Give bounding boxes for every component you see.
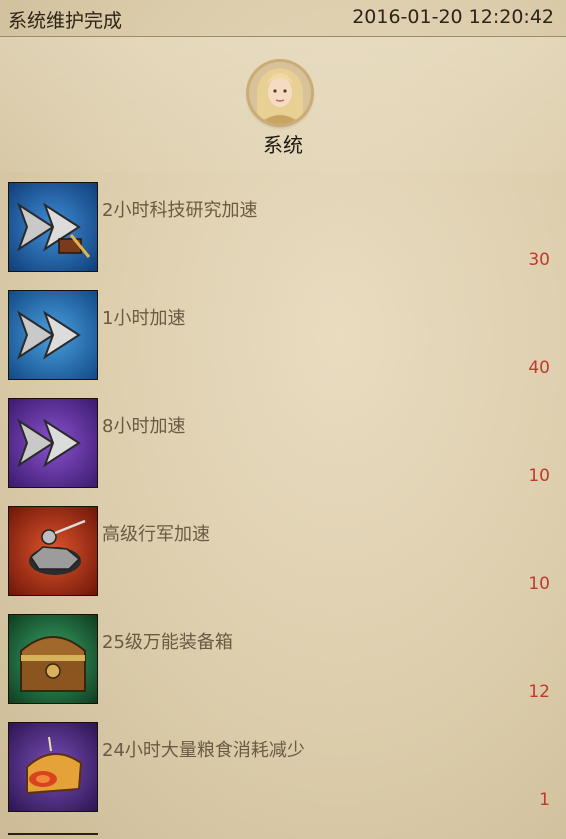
reward-item[interactable]: 2小时科技研究加速 30 (0, 172, 566, 280)
speedup-icon (8, 398, 98, 488)
reward-count: 1 (539, 790, 550, 810)
speedup-icon (8, 290, 98, 380)
sender-panel: 系统 (0, 37, 566, 172)
speedup-research-icon (8, 182, 98, 272)
divider (8, 833, 98, 835)
reward-label: 25级万能装备箱 (102, 632, 233, 653)
sender-name: 系统 (263, 133, 303, 157)
reward-item[interactable]: 8小时加速 10 (0, 388, 566, 496)
elf-portrait-icon[interactable] (249, 62, 311, 124)
reward-count: 10 (528, 466, 550, 486)
reward-count: 10 (528, 574, 550, 594)
food-bread-icon (8, 722, 98, 812)
reward-label: 1小时加速 (102, 308, 186, 329)
reward-item[interactable]: 25级万能装备箱 12 (0, 604, 566, 712)
reward-count: 12 (528, 682, 550, 702)
reward-list: 2小时科技研究加速 30 1小时加速 40 8小时加速 10 高级行军加速 10… (0, 172, 566, 820)
march-speedup-icon (8, 506, 98, 596)
reward-item[interactable]: 24小时大量粮食消耗减少 1 (0, 712, 566, 820)
treasure-chest-icon (8, 614, 98, 704)
reward-label: 8小时加速 (102, 416, 186, 437)
mail-title: 系统维护完成 (8, 10, 123, 32)
reward-count: 30 (528, 250, 550, 270)
reward-item[interactable]: 1小时加速 40 (0, 280, 566, 388)
top-bar: 系统维护完成 2016-01-20 12:20:42 (0, 0, 566, 37)
reward-label: 高级行军加速 (102, 524, 210, 545)
reward-count: 40 (528, 358, 550, 378)
reward-item[interactable]: 高级行军加速 10 (0, 496, 566, 604)
reward-label: 2小时科技研究加速 (102, 200, 258, 221)
mail-datetime: 2016-01-20 12:20:42 (352, 6, 554, 28)
reward-label: 24小时大量粮食消耗减少 (102, 740, 305, 761)
